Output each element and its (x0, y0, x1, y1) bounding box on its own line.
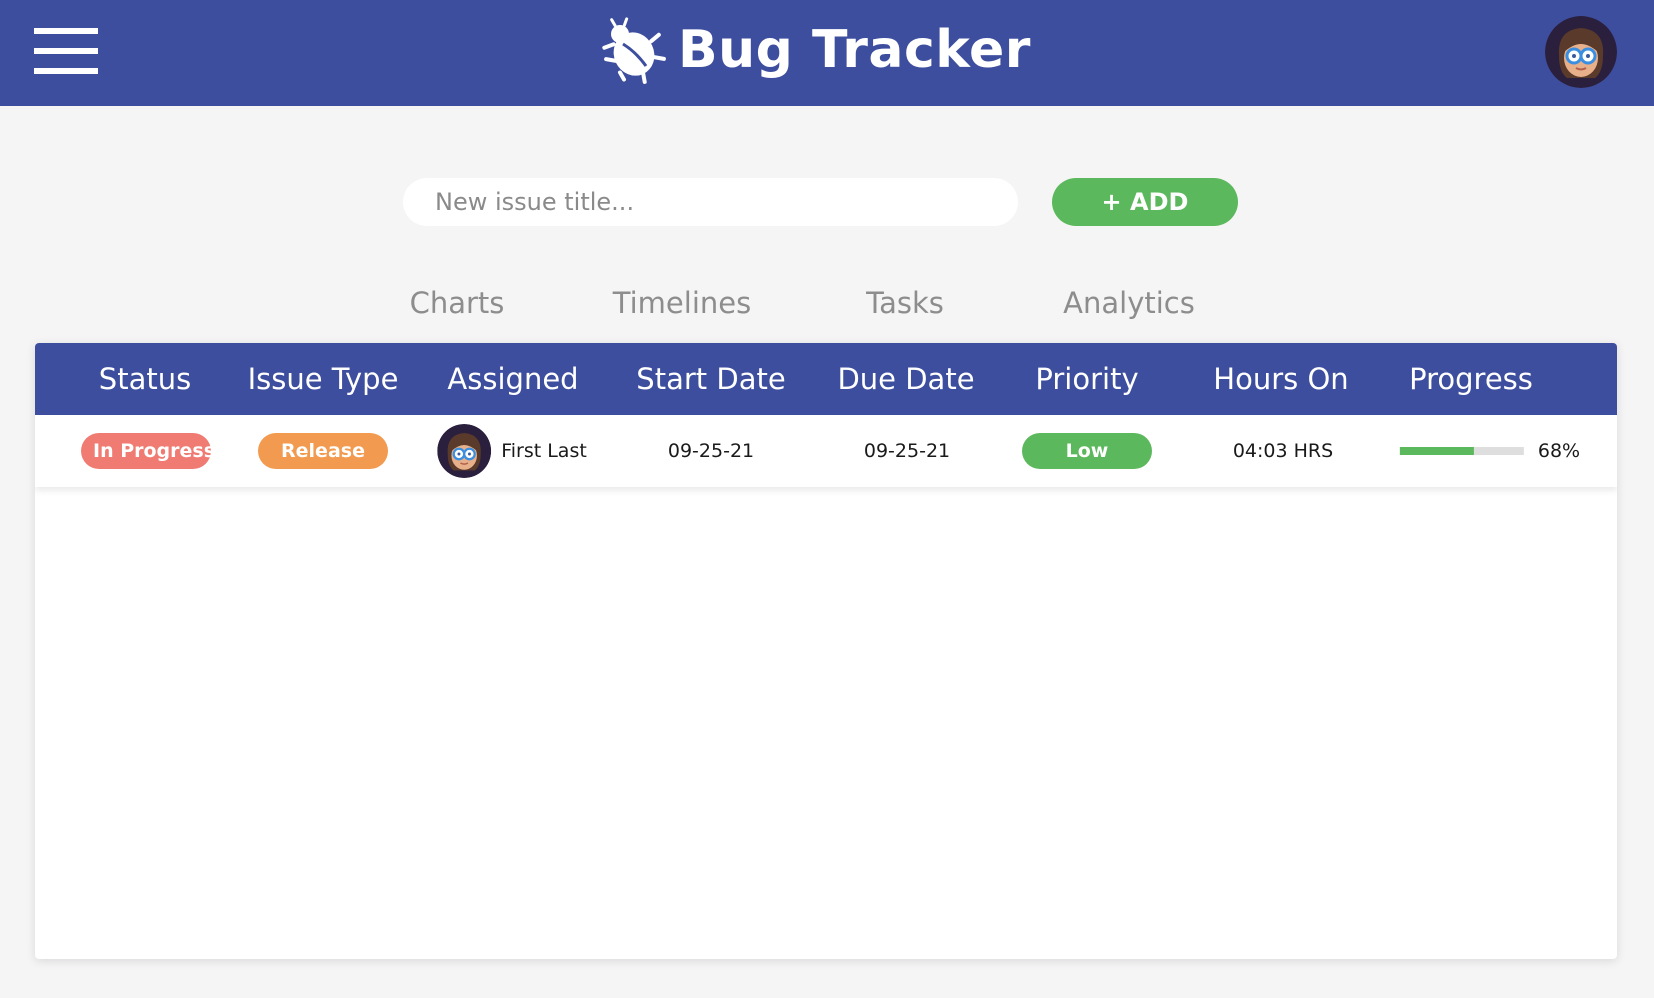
add-issue-button[interactable]: + ADD (1052, 178, 1238, 226)
column-header-progress[interactable]: Progress (1409, 343, 1533, 415)
user-avatar-image (1545, 16, 1617, 88)
table-row[interactable]: In Progress Release First Last 09-25-21 … (35, 415, 1617, 487)
priority-badge[interactable]: Low (1022, 433, 1152, 469)
progress-percent: 68% (1537, 440, 1581, 462)
priority-cell: Low (1022, 415, 1152, 487)
start-date-cell: 09-25-21 (668, 415, 754, 487)
app-header: Bug Tracker (0, 0, 1654, 106)
column-header-due-date[interactable]: Due Date (837, 343, 974, 415)
issue-type-cell: Release (258, 415, 388, 487)
hours-on-cell: 04:03 HRS (1233, 415, 1333, 487)
tab-timelines[interactable]: Timelines (613, 286, 751, 320)
user-avatar[interactable] (1545, 16, 1617, 88)
tab-tasks[interactable]: Tasks (866, 286, 944, 320)
progress-bar (1399, 447, 1524, 455)
view-tabs: Charts Timelines Tasks Analytics (0, 286, 1654, 326)
progress-cell: 68% (1399, 415, 1581, 487)
app-title: Bug Tracker (678, 20, 1031, 80)
column-header-hours-on[interactable]: Hours On (1213, 343, 1348, 415)
status-cell: In Progress (81, 415, 215, 487)
bug-icon (602, 17, 666, 84)
issue-type-badge[interactable]: Release (258, 433, 388, 469)
app-brand: Bug Tracker (596, 14, 1031, 86)
tab-charts[interactable]: Charts (410, 286, 505, 320)
tab-analytics[interactable]: Analytics (1063, 286, 1195, 320)
assigned-cell: First Last (437, 415, 587, 487)
table-header: Status Issue Type Assigned Start Date Du… (35, 343, 1617, 415)
column-header-assigned[interactable]: Assigned (447, 343, 578, 415)
progress-bar-fill (1399, 447, 1475, 455)
assignee-name: First Last (501, 440, 587, 462)
new-issue-input[interactable] (403, 178, 1018, 226)
due-date: 09-25-21 (863, 440, 951, 462)
column-header-issue-type[interactable]: Issue Type (248, 343, 399, 415)
column-header-status[interactable]: Status (99, 343, 191, 415)
menu-line (34, 28, 98, 34)
column-header-priority[interactable]: Priority (1035, 343, 1138, 415)
due-date-cell: 09-25-21 (864, 415, 950, 487)
start-date: 09-25-21 (667, 440, 755, 462)
menu-line (34, 48, 98, 54)
issues-table: Status Issue Type Assigned Start Date Du… (35, 343, 1617, 959)
hours-on: 04:03 HRS (1232, 440, 1334, 462)
column-header-start-date[interactable]: Start Date (636, 343, 785, 415)
status-badge[interactable]: In Progress (81, 433, 215, 469)
assignee-avatar-image (437, 424, 492, 478)
assignee-avatar[interactable] (437, 424, 492, 478)
menu-line (34, 68, 98, 74)
hamburger-menu-icon[interactable] (34, 28, 98, 76)
